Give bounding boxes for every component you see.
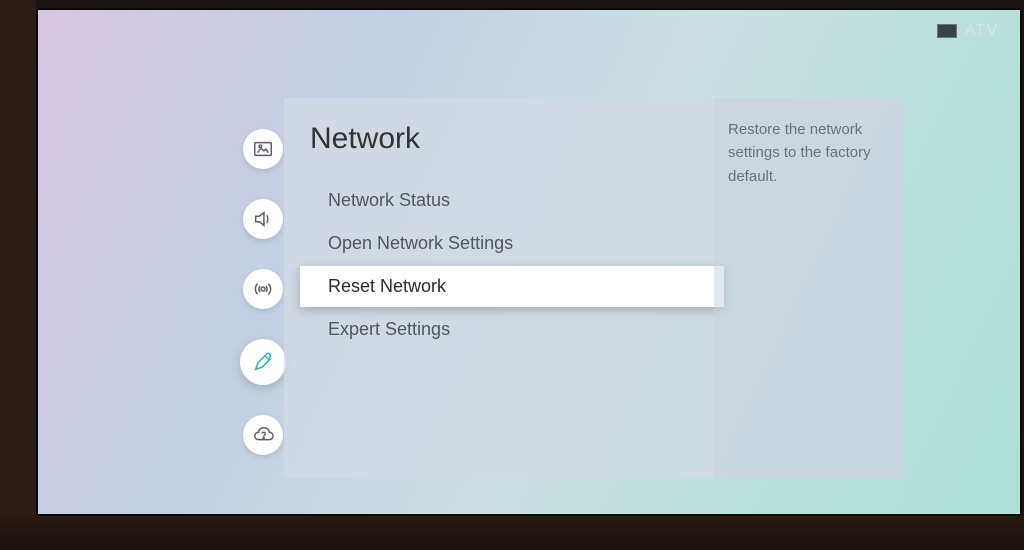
broadcasting-icon[interactable]	[243, 269, 283, 309]
panel-main: Network Network Status Open Network Sett…	[284, 98, 714, 478]
settings-category-rail	[240, 129, 286, 455]
tv-screen: ATV Network Network Status Open Network …	[36, 8, 1022, 516]
menu-item-open-network-settings[interactable]: Open Network Settings	[306, 223, 714, 264]
source-label: ATV	[965, 22, 998, 40]
page-title: Network	[306, 122, 714, 156]
menu-item-expert-settings[interactable]: Expert Settings	[306, 309, 714, 350]
help-panel: Restore the network settings to the fact…	[714, 98, 904, 478]
room-ambient-left	[0, 0, 36, 550]
tv-icon	[937, 24, 957, 38]
help-text: Restore the network settings to the fact…	[728, 121, 871, 185]
menu-item-network-status[interactable]: Network Status	[306, 180, 714, 221]
picture-icon[interactable]	[243, 129, 283, 169]
general-icon[interactable]	[240, 339, 286, 385]
menu-list: Network Status Open Network Settings Res…	[306, 180, 714, 350]
room-ambient-bottom	[0, 516, 1024, 550]
support-icon[interactable]	[243, 415, 283, 455]
settings-panel: Network Network Status Open Network Sett…	[284, 98, 904, 478]
sound-icon[interactable]	[243, 199, 283, 239]
menu-item-reset-network[interactable]: Reset Network	[300, 266, 724, 307]
source-indicator: ATV	[937, 22, 998, 40]
